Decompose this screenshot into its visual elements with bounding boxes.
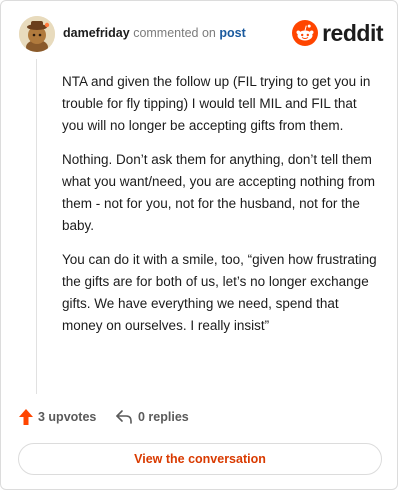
reddit-brand[interactable]: reddit [292,19,383,47]
username[interactable]: damefriday [63,26,130,40]
reply-count: 0 replies [138,410,189,424]
thread-line [36,59,37,394]
comment-paragraph: You can do it with a smile, too, “given … [62,252,377,333]
view-conversation-button[interactable]: View the conversation [18,443,382,475]
comment-meta: damefriday commented on post [63,26,246,40]
action-text: commented on [133,26,216,40]
reply-button[interactable]: 0 replies [115,409,189,425]
reply-arrow-icon [116,410,132,424]
comment-paragraph: NTA and given the follow up (FIL trying … [62,74,371,133]
upvote-button[interactable]: 3 upvotes [19,409,96,425]
user-avatar[interactable] [19,16,55,52]
comment-body: NTA and given the follow up (FIL trying … [62,71,380,349]
comment-actions: 3 upvotes 0 replies [19,409,379,429]
comment-paragraph: Nothing. Don’t ask them for anything, do… [62,152,375,233]
brand-wordmark: reddit [322,19,383,46]
snoo-avatar-icon [19,16,55,52]
upvote-count: 3 upvotes [38,410,97,424]
reddit-logo-icon [292,20,319,46]
upvote-arrow-icon [19,409,33,425]
comment-header: damefriday commented on post reddit [19,16,383,52]
post-link[interactable]: post [219,26,245,40]
comment-embed-card: damefriday commented on post reddit NTA … [0,0,398,490]
